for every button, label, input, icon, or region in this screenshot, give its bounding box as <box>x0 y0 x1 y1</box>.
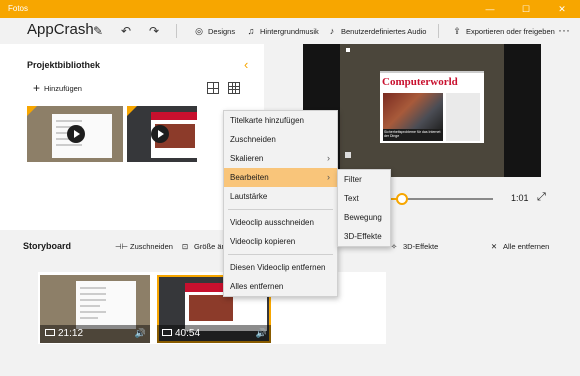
clip-duration: 21:12 <box>45 328 83 339</box>
clip-duration-text: 21:12 <box>58 328 84 339</box>
remove-all-label: Alle entfernen <box>503 242 550 251</box>
preview-webpage: Computerworld Sicherheitsprobleme für da… <box>380 71 484 143</box>
minimize-button[interactable]: — <box>472 0 508 18</box>
volume-icon[interactable]: 🔊 <box>256 328 267 339</box>
close-icon: ✕ <box>490 242 498 251</box>
preview-desktop: Computerworld Sicherheitsprobleme für da… <box>340 44 504 177</box>
library-media-item[interactable] <box>127 106 197 162</box>
clip-duration: 40:54 <box>162 328 200 339</box>
menu-divider <box>228 254 333 255</box>
3d-effects-button[interactable]: ✧ 3D-Effekte <box>388 242 438 251</box>
menu-item-remove-clip[interactable]: Diesen Videoclip entfernen <box>224 258 337 277</box>
article-caption: Sicherheitsprobleme für das Internet der… <box>383 129 443 141</box>
menu-item-cut-clip[interactable]: Videoclip ausschneiden <box>224 213 337 232</box>
video-preview[interactable]: Computerworld Sicherheitsprobleme für da… <box>303 44 541 177</box>
collapse-chevron-icon[interactable]: ‹ <box>244 57 248 72</box>
toolbar-divider <box>176 24 177 38</box>
seek-thumb[interactable] <box>396 193 408 205</box>
menu-item-volume[interactable]: Lautstärke <box>224 187 337 206</box>
storyboard-clip[interactable]: 21:12 🔊 <box>40 275 150 343</box>
toolbar-divider <box>438 24 439 38</box>
export-label: Exportieren oder freigeben <box>466 27 555 36</box>
desktop-icon <box>345 152 351 158</box>
resize-icon: ⊡ <box>181 242 189 251</box>
custom-audio-label: Benutzerdefiniertes Audio <box>341 27 427 36</box>
trim-icon: ⊣⊢ <box>115 242 129 251</box>
clip-screen-icon <box>162 329 172 336</box>
menu-item-trim[interactable]: Zuschneiden <box>224 130 337 149</box>
designs-button[interactable]: ◎ Designs <box>193 24 235 38</box>
3d-effects-label: 3D-Effekte <box>403 242 439 251</box>
menu-item-edit[interactable]: Bearbeiten › <box>224 168 337 187</box>
undo-icon[interactable]: ↶ <box>118 23 134 39</box>
menu-item-label: Bearbeiten <box>230 173 269 182</box>
submenu-item-filter[interactable]: Filter <box>338 170 390 189</box>
export-icon: ⇪ <box>453 26 461 36</box>
more-icon[interactable]: ··· <box>556 22 572 38</box>
add-label: Hinzufügen <box>44 84 82 93</box>
play-icon <box>67 125 85 143</box>
designs-label: Designs <box>208 27 236 36</box>
library-title: Projektbibliothek <box>27 60 101 70</box>
library-media-item[interactable] <box>27 106 123 162</box>
music-icon: ♫ <box>247 26 255 36</box>
app-title: Fotos <box>8 4 29 13</box>
clip-thumbnail <box>76 281 136 329</box>
chevron-right-icon: › <box>327 153 330 163</box>
menu-item-label: Skalieren <box>230 154 264 163</box>
menu-item-resize[interactable]: Skalieren › <box>224 149 337 168</box>
edit-icon[interactable]: ✎ <box>90 23 106 39</box>
toolbar: AppCrash ✎ ↶ ↷ ◎ Designs ♫ Hintergrundmusi… <box>0 18 580 44</box>
add-button[interactable]: + Hinzufügen <box>33 82 82 95</box>
trim-button[interactable]: ⊣⊢ Zuschneiden <box>115 242 173 251</box>
small-grid-view-icon[interactable] <box>228 82 240 94</box>
storyboard-title: Storyboard <box>23 241 72 251</box>
volume-icon[interactable]: 🔊 <box>135 328 146 339</box>
plus-icon: + <box>33 81 41 95</box>
menu-item-copy-clip[interactable]: Videoclip kopieren <box>224 232 337 251</box>
selection-corner <box>127 106 137 116</box>
clip-duration-text: 40:54 <box>175 328 201 339</box>
large-grid-view-icon[interactable] <box>207 82 219 94</box>
play-icon <box>151 125 169 143</box>
fullscreen-icon[interactable]: ⤢ <box>537 191 546 204</box>
submenu-item-3d-effects[interactable]: 3D-Effekte <box>338 227 390 246</box>
menu-item-remove-all[interactable]: Alles entfernen <box>224 277 337 296</box>
trim-label: Zuschneiden <box>130 242 173 251</box>
title-bar: Fotos — ☐ ✕ <box>0 0 580 18</box>
clip-context-menu: Titelkarte hinzufügen Zuschneiden Skalie… <box>223 110 338 297</box>
close-button[interactable]: ✕ <box>544 0 580 18</box>
custom-audio-button[interactable]: ♪ Benutzerdefiniertes Audio <box>326 24 427 38</box>
page-sidebar <box>446 93 480 141</box>
menu-divider <box>228 209 333 210</box>
desktop-icon <box>346 48 350 52</box>
export-button[interactable]: ⇪ Exportieren oder freigeben <box>451 24 555 38</box>
edit-submenu: Filter Text Bewegung 3D-Effekte <box>337 169 391 247</box>
project-name: AppCrash <box>27 21 94 38</box>
selection-corner <box>27 106 37 116</box>
palette-icon: ◎ <box>195 26 203 36</box>
music-label: Hintergrundmusik <box>260 27 319 36</box>
submenu-item-text[interactable]: Text <box>338 189 390 208</box>
chevron-right-icon: › <box>327 172 330 182</box>
redo-icon[interactable]: ↷ <box>146 23 162 39</box>
background-music-button[interactable]: ♫ Hintergrundmusik <box>245 24 319 38</box>
maximize-button[interactable]: ☐ <box>508 0 544 18</box>
remove-all-button[interactable]: ✕ Alle entfernen <box>488 242 549 251</box>
menu-item-add-title-card[interactable]: Titelkarte hinzufügen <box>224 111 337 130</box>
audio-person-icon: ♪ <box>329 26 335 36</box>
site-logo: Computerworld <box>382 76 458 88</box>
clip-screen-icon <box>45 329 55 336</box>
article-photo <box>383 93 443 129</box>
total-time: 1:01 <box>511 193 529 203</box>
submenu-item-motion[interactable]: Bewegung <box>338 208 390 227</box>
